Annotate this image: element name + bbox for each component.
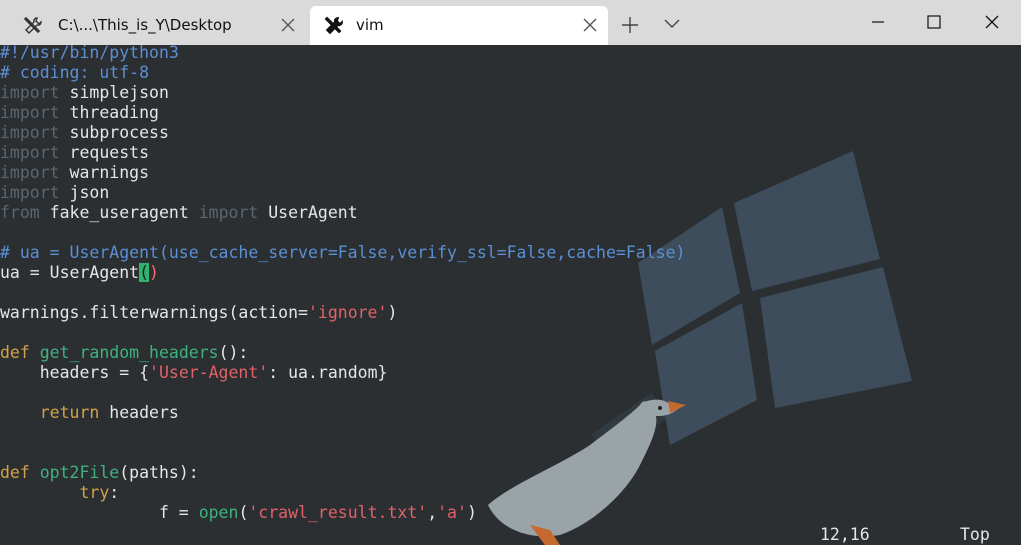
tab-vim[interactable]: vim <box>310 6 608 45</box>
code-token: #!/usr/bin/python3 <box>0 45 179 62</box>
code-line[interactable]: ua = UserAgent() <box>0 263 685 283</box>
code-token: : ua.random} <box>268 363 388 382</box>
tab-label: vim <box>356 16 384 34</box>
code-token: 'crawl_result.txt' <box>248 503 428 522</box>
close-icon[interactable] <box>582 17 598 33</box>
code-token: subprocess <box>59 123 169 142</box>
code-line[interactable] <box>0 323 685 343</box>
code-token: 'ignore' <box>307 303 388 322</box>
code-line[interactable]: return headers <box>0 403 685 423</box>
code-token: json <box>59 183 110 202</box>
code-line[interactable]: try: <box>0 483 685 503</box>
code-token: 'User-Agent' <box>149 363 269 382</box>
code-token: ( <box>238 503 249 522</box>
code-line[interactable]: # ua = UserAgent(use_cache_server=False,… <box>0 243 685 263</box>
code-token: import <box>0 163 60 182</box>
code-token: ) <box>466 503 477 522</box>
code-token: ) <box>149 263 159 282</box>
code-token: headers = { <box>0 363 150 382</box>
code-token: opt2File <box>39 463 120 482</box>
code-token: from <box>0 203 40 222</box>
code-token: headers <box>99 403 179 422</box>
code-token: import <box>0 83 60 102</box>
close-window-icon[interactable] <box>972 8 1012 36</box>
code-token: # coding: utf-8 <box>0 63 150 82</box>
code-line[interactable] <box>0 283 685 303</box>
code-token: get_random_headers <box>39 343 219 362</box>
code-token: return <box>39 403 100 422</box>
code-token: open <box>198 503 239 522</box>
code-token: def <box>0 463 30 482</box>
code-token: warnings.filterwarnings(action= <box>0 303 308 322</box>
code-line[interactable]: def get_random_headers(): <box>0 343 685 363</box>
code-token: import <box>0 183 60 202</box>
code-line[interactable]: f = open('crawl_result.txt','a') <box>0 503 685 523</box>
code-line[interactable]: warnings.filterwarnings(action='ignore') <box>0 303 685 323</box>
code-token: import <box>198 203 259 222</box>
code-line[interactable] <box>0 223 685 243</box>
code-line[interactable] <box>0 423 685 443</box>
code-token: requests <box>59 143 150 162</box>
code-line[interactable]: import json <box>0 183 685 203</box>
code-line[interactable]: import threading <box>0 103 685 123</box>
code-token: import <box>0 143 60 162</box>
close-icon[interactable] <box>280 17 296 33</box>
code-token: warnings <box>59 163 150 182</box>
code-token: ) <box>387 303 398 322</box>
code-token: UserAgent <box>258 203 358 222</box>
tools-icon <box>23 16 42 34</box>
minimize-icon[interactable] <box>858 8 898 36</box>
code-token: 'a' <box>437 503 467 522</box>
code-token: import <box>0 123 60 142</box>
code-token: f = <box>0 503 199 522</box>
code-line[interactable] <box>0 443 685 463</box>
code-token: # ua = UserAgent(use_cache_server=False,… <box>0 243 686 262</box>
code-buffer[interactable]: #!/usr/bin/python3 # coding: utf-8 import … <box>0 45 685 523</box>
code-line[interactable]: import requests <box>0 143 685 163</box>
code-token: def <box>0 343 30 362</box>
code-line[interactable]: import subprocess <box>0 123 685 143</box>
code-line[interactable] <box>0 383 685 403</box>
code-line[interactable]: headers = {'User-Agent': ua.random} <box>0 363 685 383</box>
code-token: (): <box>218 343 249 362</box>
maximize-icon[interactable] <box>914 8 954 36</box>
tab-label: C:\...\This_is_Y\Desktop <box>58 16 232 34</box>
code-token: fake_useragent <box>39 203 199 222</box>
code-token: (paths): <box>119 463 199 482</box>
code-token: import <box>0 103 60 122</box>
code-token: simplejson <box>59 83 169 102</box>
code-token: ( <box>139 263 150 282</box>
tools-icon <box>324 16 343 35</box>
code-token: try <box>79 483 110 502</box>
code-line[interactable]: def opt2File(paths): <box>0 463 685 483</box>
vim-status-line: 12,16 Top <box>0 525 1021 545</box>
cursor-position: 12,16 <box>820 525 870 544</box>
tab-desktop[interactable]: C:\...\This_is_Y\Desktop <box>6 6 306 45</box>
code-line[interactable]: import simplejson <box>0 83 685 103</box>
code-token: , <box>427 503 438 522</box>
terminal-area[interactable]: #!/usr/bin/python3 # coding: utf-8 import … <box>0 45 1021 545</box>
code-token: ua = UserAgent <box>0 263 140 282</box>
code-token: threading <box>59 103 159 122</box>
new-tab-icon[interactable] <box>619 14 641 36</box>
code-line[interactable]: import warnings <box>0 163 685 183</box>
code-line[interactable]: # coding: utf-8 <box>0 63 685 83</box>
scroll-indicator: Top <box>960 525 990 544</box>
code-line[interactable]: #!/usr/bin/python3 <box>0 45 685 63</box>
chevron-down-icon[interactable] <box>662 16 682 32</box>
code-token: : <box>109 483 120 502</box>
code-line[interactable]: from fake_useragent import UserAgent <box>0 203 685 223</box>
title-bar: C:\...\This_is_Y\Desktop vim <box>0 0 1021 45</box>
